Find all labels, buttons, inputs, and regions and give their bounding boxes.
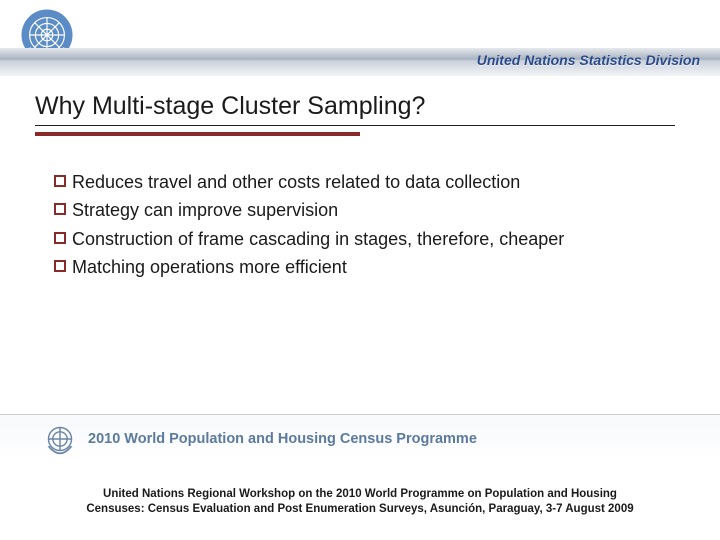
slide-content: Reduces travel and other costs related t…: [54, 170, 674, 283]
bullet-text: Strategy can improve supervision: [72, 198, 674, 222]
list-item: Strategy can improve supervision: [54, 198, 674, 222]
bullet-square-icon: [54, 260, 66, 272]
bullet-square-icon: [54, 232, 66, 244]
un-logo-small-icon: [42, 421, 78, 457]
bullet-square-icon: [54, 175, 66, 187]
bullet-text: Reduces travel and other costs related t…: [72, 170, 674, 194]
title-underline-accent: [35, 132, 360, 136]
footer-caption: United Nations Regional Workshop on the …: [0, 487, 720, 518]
header: United Nations Statistics Division: [0, 0, 720, 75]
bullet-text: Matching operations more efficient: [72, 255, 674, 279]
bullet-text: Construction of frame cascading in stage…: [72, 227, 674, 251]
footer-caption-line2: Censuses: Census Evaluation and Post Enu…: [86, 503, 633, 515]
header-org-text: United Nations Statistics Division: [477, 52, 700, 68]
footer-caption-line1: United Nations Regional Workshop on the …: [103, 488, 617, 500]
title-underline-thin: [35, 125, 675, 126]
slide-title: Why Multi-stage Cluster Sampling?: [35, 92, 425, 121]
list-item: Matching operations more efficient: [54, 255, 674, 279]
list-item: Reduces travel and other costs related t…: [54, 170, 674, 194]
bullet-square-icon: [54, 203, 66, 215]
footer-programme-text: 2010 World Population and Housing Census…: [88, 431, 477, 447]
list-item: Construction of frame cascading in stage…: [54, 227, 674, 251]
footer-band: 2010 World Population and Housing Census…: [0, 414, 720, 462]
